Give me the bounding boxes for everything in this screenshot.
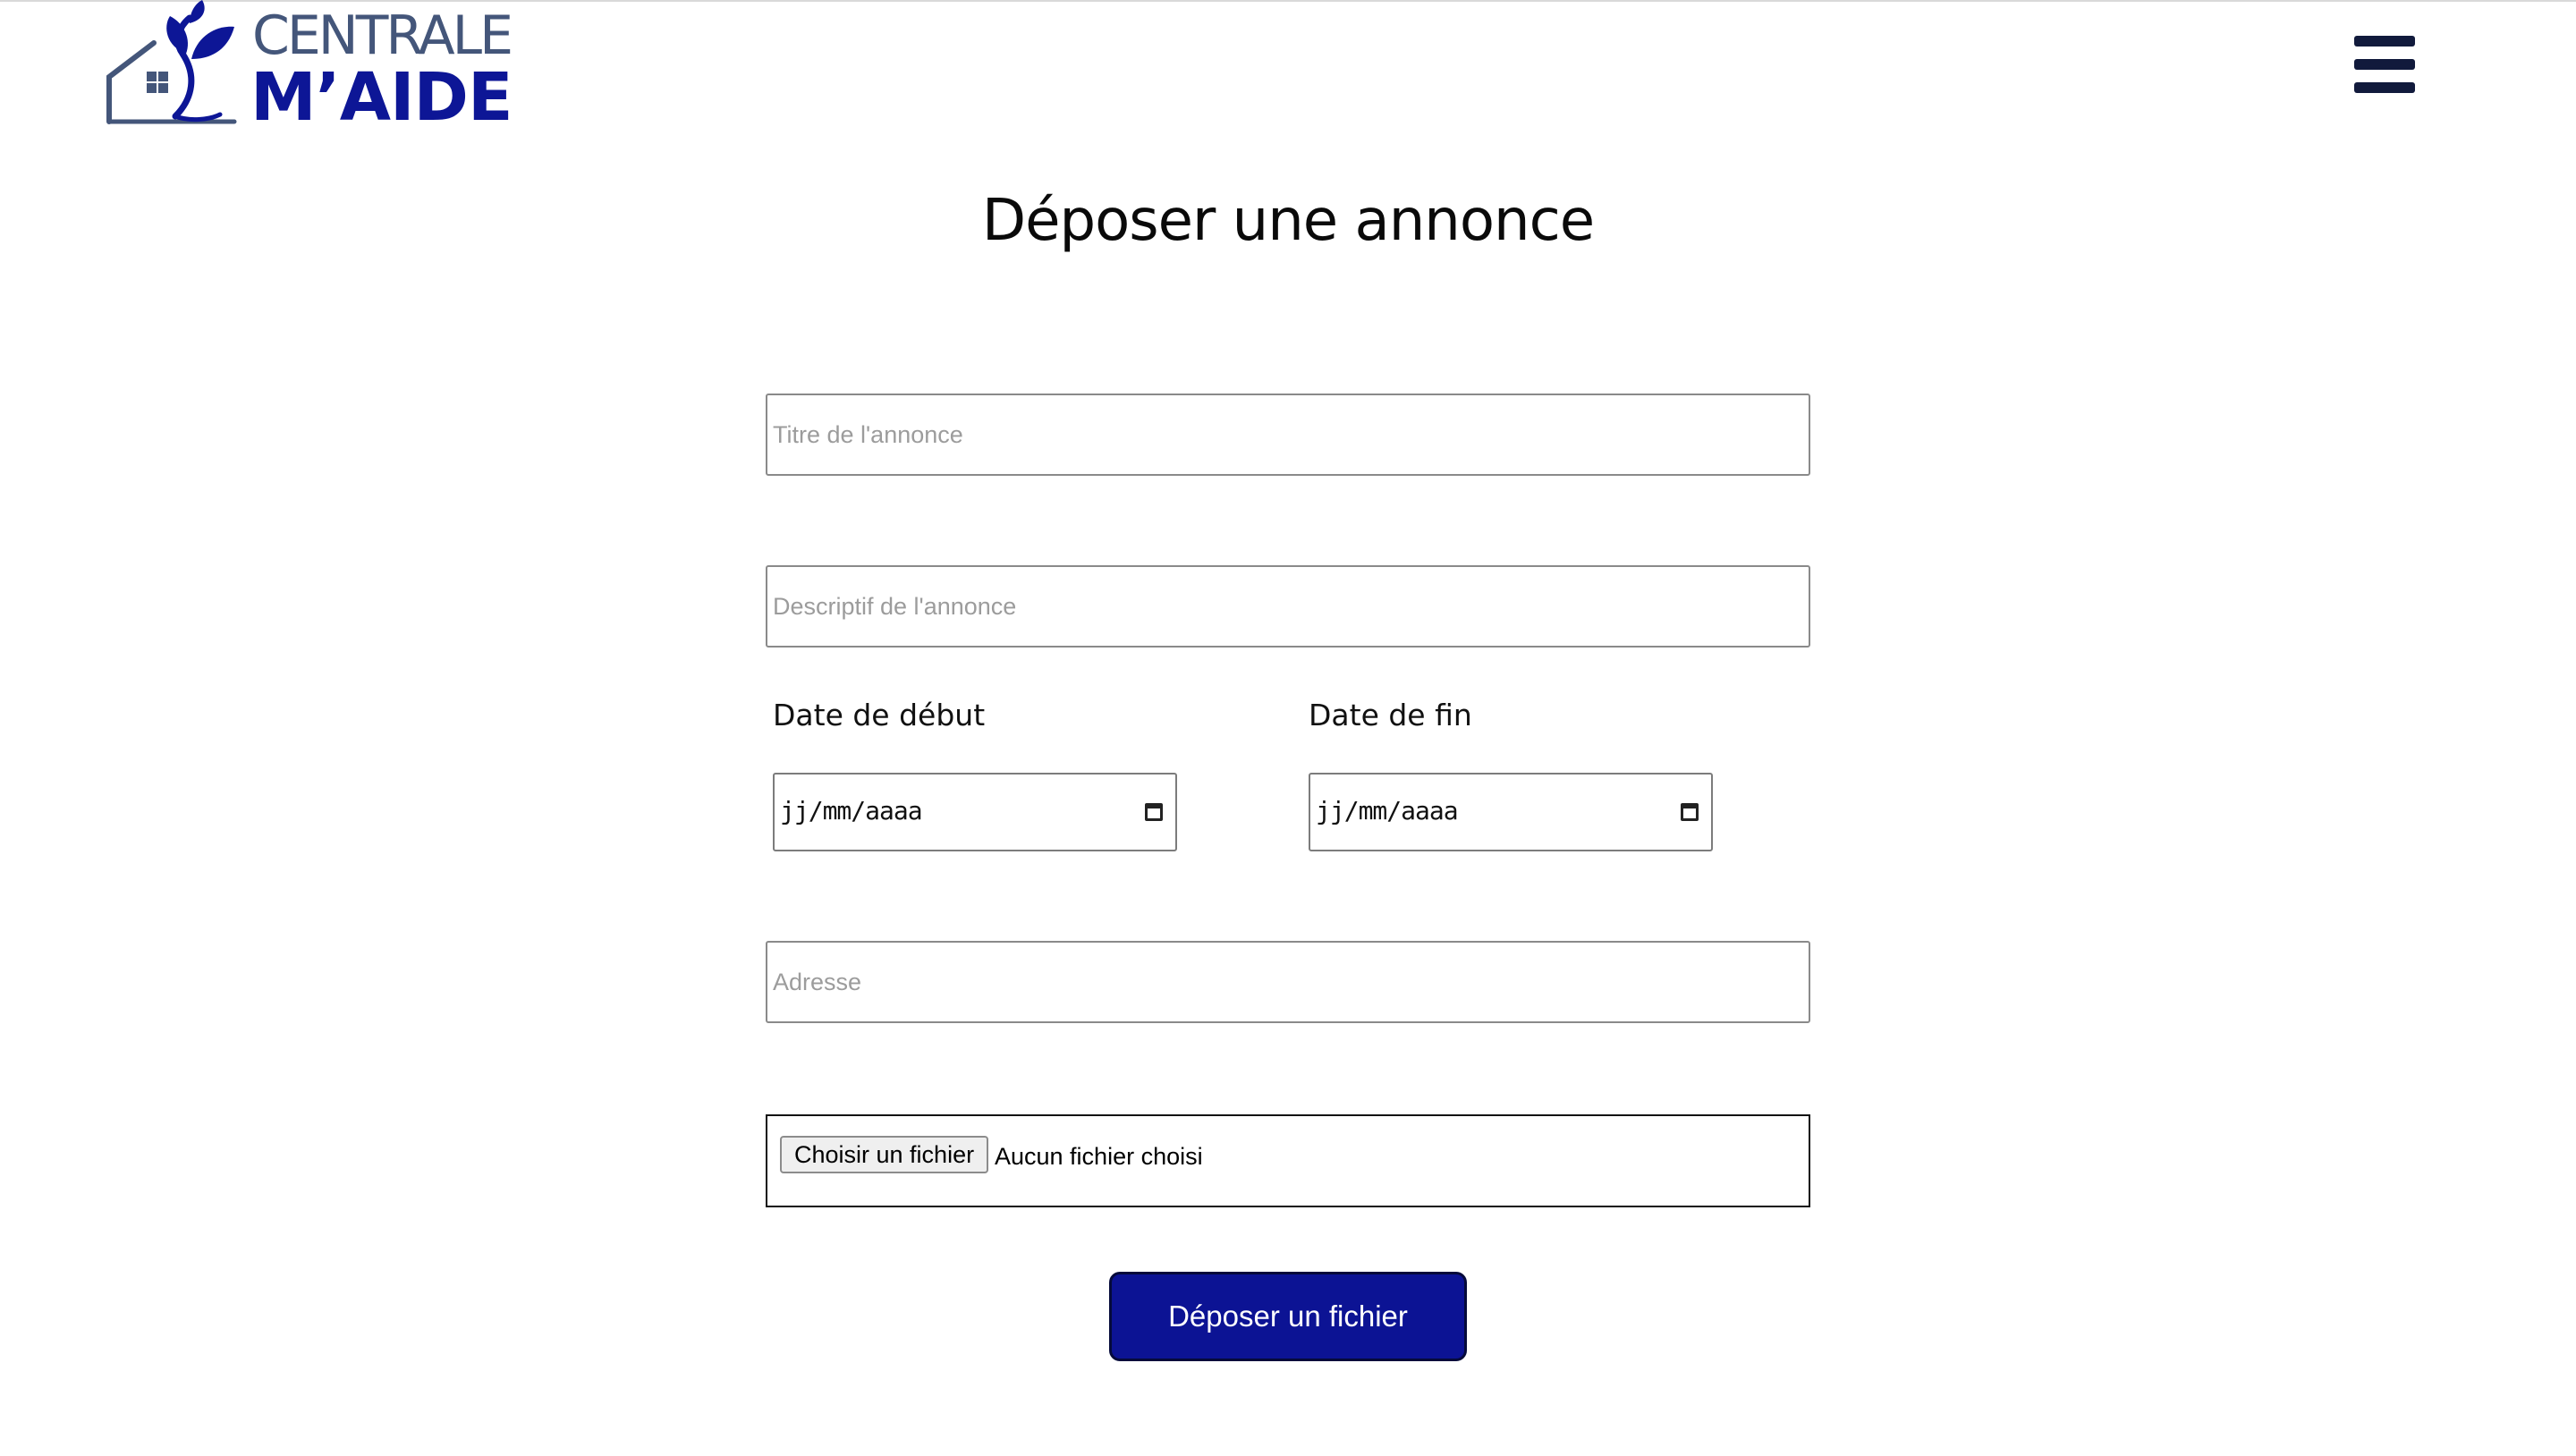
menu-bar bbox=[2354, 82, 2415, 93]
menu-bar bbox=[2354, 59, 2415, 70]
choose-file-button[interactable]: Choisir un fichier bbox=[780, 1136, 989, 1173]
house-leaf-logo-icon bbox=[106, 0, 237, 124]
start-date-input[interactable]: jj/mm/aaaa bbox=[773, 773, 1177, 851]
logo-text-maide: M’AIDE bbox=[250, 59, 513, 136]
end-date-input[interactable]: jj/mm/aaaa bbox=[1309, 773, 1713, 851]
file-upload-field[interactable]: Choisir un fichier Aucun fichier choisi bbox=[766, 1114, 1810, 1207]
page-title: Déposer une annonce bbox=[981, 188, 1595, 254]
calendar-icon[interactable] bbox=[1681, 803, 1699, 821]
listing-description-input[interactable] bbox=[766, 565, 1810, 648]
address-input[interactable] bbox=[766, 941, 1810, 1023]
logo[interactable]: CENTRALE M’AIDE bbox=[104, 0, 533, 134]
logo-text-centrale: CENTRALE bbox=[252, 4, 513, 67]
start-date-placeholder: jj/mm/aaaa bbox=[780, 796, 923, 825]
listing-title-input[interactable] bbox=[766, 394, 1810, 476]
calendar-icon[interactable] bbox=[1145, 803, 1163, 821]
hamburger-menu-icon[interactable] bbox=[2354, 36, 2415, 93]
start-date-label: Date de début bbox=[773, 698, 986, 732]
menu-bar bbox=[2354, 36, 2415, 47]
submit-file-button[interactable]: Déposer un fichier bbox=[1109, 1272, 1467, 1361]
end-date-label: Date de fin bbox=[1309, 698, 1472, 732]
file-status-text: Aucun fichier choisi bbox=[995, 1143, 1203, 1170]
end-date-placeholder: jj/mm/aaaa bbox=[1316, 796, 1459, 825]
